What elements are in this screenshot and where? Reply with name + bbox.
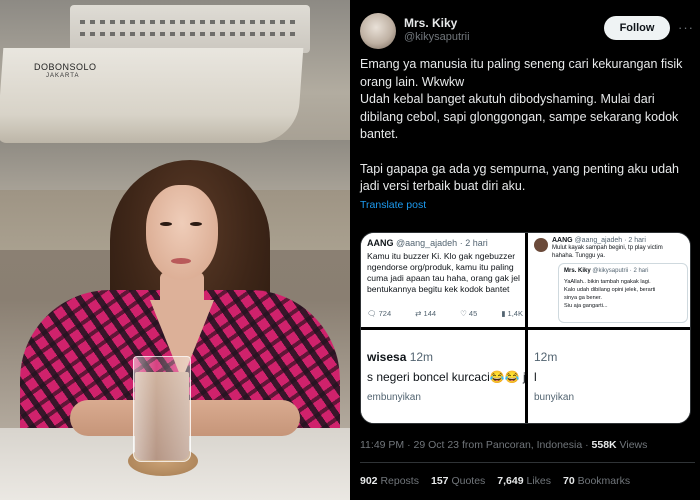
tweet-paragraph: Udah kebal banget akutuh dibodyshaming. … xyxy=(360,92,679,141)
screenshot-author: AANG @aang_ajadeh · 2 hari xyxy=(552,237,646,244)
more-horizontal-icon[interactable]: ··· xyxy=(678,20,694,35)
timestamp[interactable]: 11:49 PM · 29 Oct 23 from Pancoran, Indo… xyxy=(360,439,592,451)
divider xyxy=(360,462,695,463)
screenshot-text: bunyikan xyxy=(534,392,575,403)
like-icon: ♡ 45 xyxy=(460,309,478,318)
screenshot-text: embunyikan xyxy=(367,392,421,403)
reposts-stat[interactable]: 902 Reposts xyxy=(360,475,419,487)
person-face xyxy=(146,185,218,280)
translate-post-link[interactable]: Translate post xyxy=(360,199,426,211)
views-icon: ▮ 1,4K xyxy=(501,309,523,318)
ship-name-text: DOBONSOLO xyxy=(34,62,97,72)
user-handle[interactable]: @kikysaputrii xyxy=(404,31,470,43)
screenshot-text: Kamu itu buzzer Ki. Klo gak ngebuzzer ng… xyxy=(367,251,520,294)
avatar[interactable] xyxy=(360,13,396,49)
bookmarks-stat[interactable]: 70 Bookmarks xyxy=(563,475,630,487)
screenshot-author: AANG @aang_ajadeh · 2 hari xyxy=(367,238,488,248)
views-label: Views xyxy=(616,439,648,451)
person-eye xyxy=(160,222,172,226)
follow-button[interactable]: Follow xyxy=(604,16,670,40)
screenshot-author: 12m xyxy=(534,350,558,364)
screenshot-text: Mulut kayak sampah begini, tp play victi… xyxy=(552,245,663,259)
ship-port-text: JAKARTA xyxy=(46,73,80,79)
quoted-text: YaAllah.. bikin tambah ngakak lagi. Kalo… xyxy=(564,279,656,309)
media-divider xyxy=(361,327,690,330)
screenshot-author: wisesa 12m xyxy=(367,350,434,364)
tweet-panel: Mrs. Kiky @kikysaputrii Follow ··· Emang… xyxy=(350,0,700,500)
reply-icon: 🗨 724 xyxy=(367,309,392,318)
display-name[interactable]: Mrs. Kiky xyxy=(404,16,457,30)
repost-icon: ⇄ 144 xyxy=(415,309,437,318)
media-image-2[interactable]: AANG @aang_ajadeh · 2 hari Mulut kayak s… xyxy=(528,233,690,327)
screenshot-text: l xyxy=(534,370,537,384)
tweet-text: Emang ya manusia itu paling seneng cari … xyxy=(360,56,695,196)
views-count: 558K xyxy=(591,439,617,451)
profile-photo: DOBONSOLO JAKARTA xyxy=(0,0,350,500)
screenshot-text: s negeri boncel kurcaci😂😂 j xyxy=(367,370,525,384)
screenshot-actions: 🗨 724 ⇄ 144 ♡ 45 ▮ 1,4K xyxy=(367,309,523,318)
quoted-tweet: Mrs. Kiky @kikysaputrii · 2 hari YaAllah… xyxy=(558,263,688,323)
ship-windows xyxy=(80,20,300,24)
likes-stat[interactable]: 7,649 Likes xyxy=(497,475,551,487)
tweet-paragraph: Tapi gapapa ga ada yg sempurna, yang pen… xyxy=(360,161,679,194)
tweet-media-grid[interactable]: AANG @aang_ajadeh · 2 hari Kamu itu buzz… xyxy=(360,232,691,424)
media-image-3[interactable]: wisesa 12m s negeri boncel kurcaci😂😂 j e… xyxy=(361,330,525,423)
media-image-1[interactable]: AANG @aang_ajadeh · 2 hari Kamu itu buzz… xyxy=(361,233,525,327)
drinking-glass xyxy=(133,356,191,462)
ship-windows xyxy=(80,32,300,36)
person-eye xyxy=(190,222,202,226)
quoted-author: Mrs. Kiky @kikysaputrii · 2 hari xyxy=(564,268,649,274)
ship-superstructure xyxy=(70,5,310,53)
media-image-4[interactable]: 12m l bunyikan xyxy=(528,330,690,423)
tweet-metadata: 11:49 PM · 29 Oct 23 from Pancoran, Indo… xyxy=(360,439,647,451)
engagement-stats: 902 Reposts 157 Quotes 7,649 Likes 70 Bo… xyxy=(360,475,630,487)
person-lips xyxy=(171,258,191,264)
quotes-stat[interactable]: 157 Quotes xyxy=(431,475,485,487)
tweet-paragraph: Emang ya manusia itu paling seneng cari … xyxy=(360,57,683,89)
avatar xyxy=(534,238,548,252)
